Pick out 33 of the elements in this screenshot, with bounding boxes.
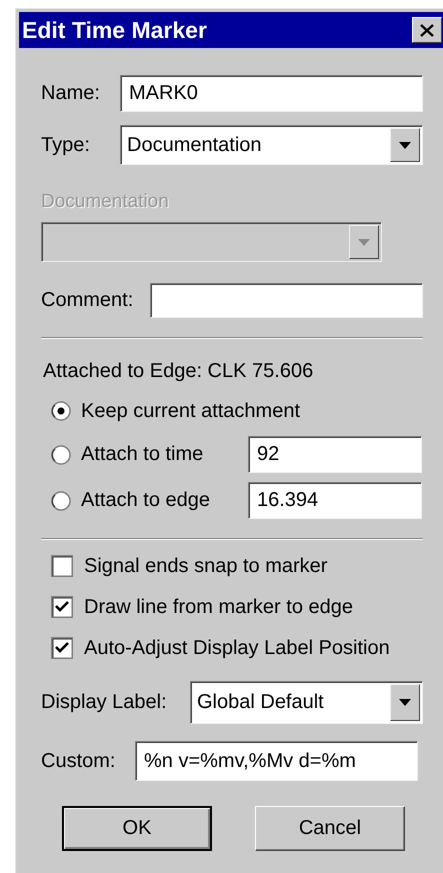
field-label: Name: [41, 82, 101, 105]
checkbox-option[interactable]: Draw line from marker to edge [41, 596, 353, 618]
radio-option[interactable]: Keep current attachment [41, 400, 300, 422]
caret-icon [399, 699, 411, 706]
close-icon [420, 24, 434, 36]
checkbox[interactable] [51, 637, 73, 659]
type-dropdown[interactable]: Documentation [120, 125, 423, 165]
field-label: Comment: [41, 289, 134, 312]
caret-icon [399, 142, 411, 148]
radio-button[interactable] [51, 490, 71, 510]
radio-option[interactable]: Attach to edge [41, 489, 248, 512]
display-label-dropdown[interactable]: Global Default [190, 681, 423, 724]
checkbox-option[interactable]: Auto-Adjust Display Label Position [41, 636, 390, 660]
custom-field[interactable]: %n v=%mv,%Mv d=%m [135, 741, 418, 781]
checkbox[interactable] [51, 596, 73, 618]
attachment-status: Attached to Edge: CLK 75.606 [42, 360, 314, 383]
checkbox-option[interactable]: Signal ends snap to marker [41, 554, 328, 578]
radio-button[interactable] [51, 401, 71, 421]
name-field[interactable]: MARK0 [120, 75, 423, 112]
radio-option[interactable]: Attach to time [41, 443, 248, 466]
field-label: Display Label: [41, 691, 168, 714]
cancel-button[interactable]: Cancel [255, 806, 405, 851]
window-title: Edit Time Marker [22, 16, 207, 44]
value-field[interactable]: 16.394 [248, 482, 422, 519]
caret-icon [358, 238, 370, 246]
ok-button[interactable]: OK [62, 806, 212, 851]
checkbox[interactable] [51, 555, 73, 577]
comment-field[interactable] [150, 283, 423, 318]
field-label: Type: [41, 134, 91, 156]
field-label: Custom: [41, 750, 116, 772]
radio-button[interactable] [51, 444, 71, 464]
value-field[interactable]: 92 [248, 436, 422, 473]
close-button[interactable] [412, 17, 442, 43]
